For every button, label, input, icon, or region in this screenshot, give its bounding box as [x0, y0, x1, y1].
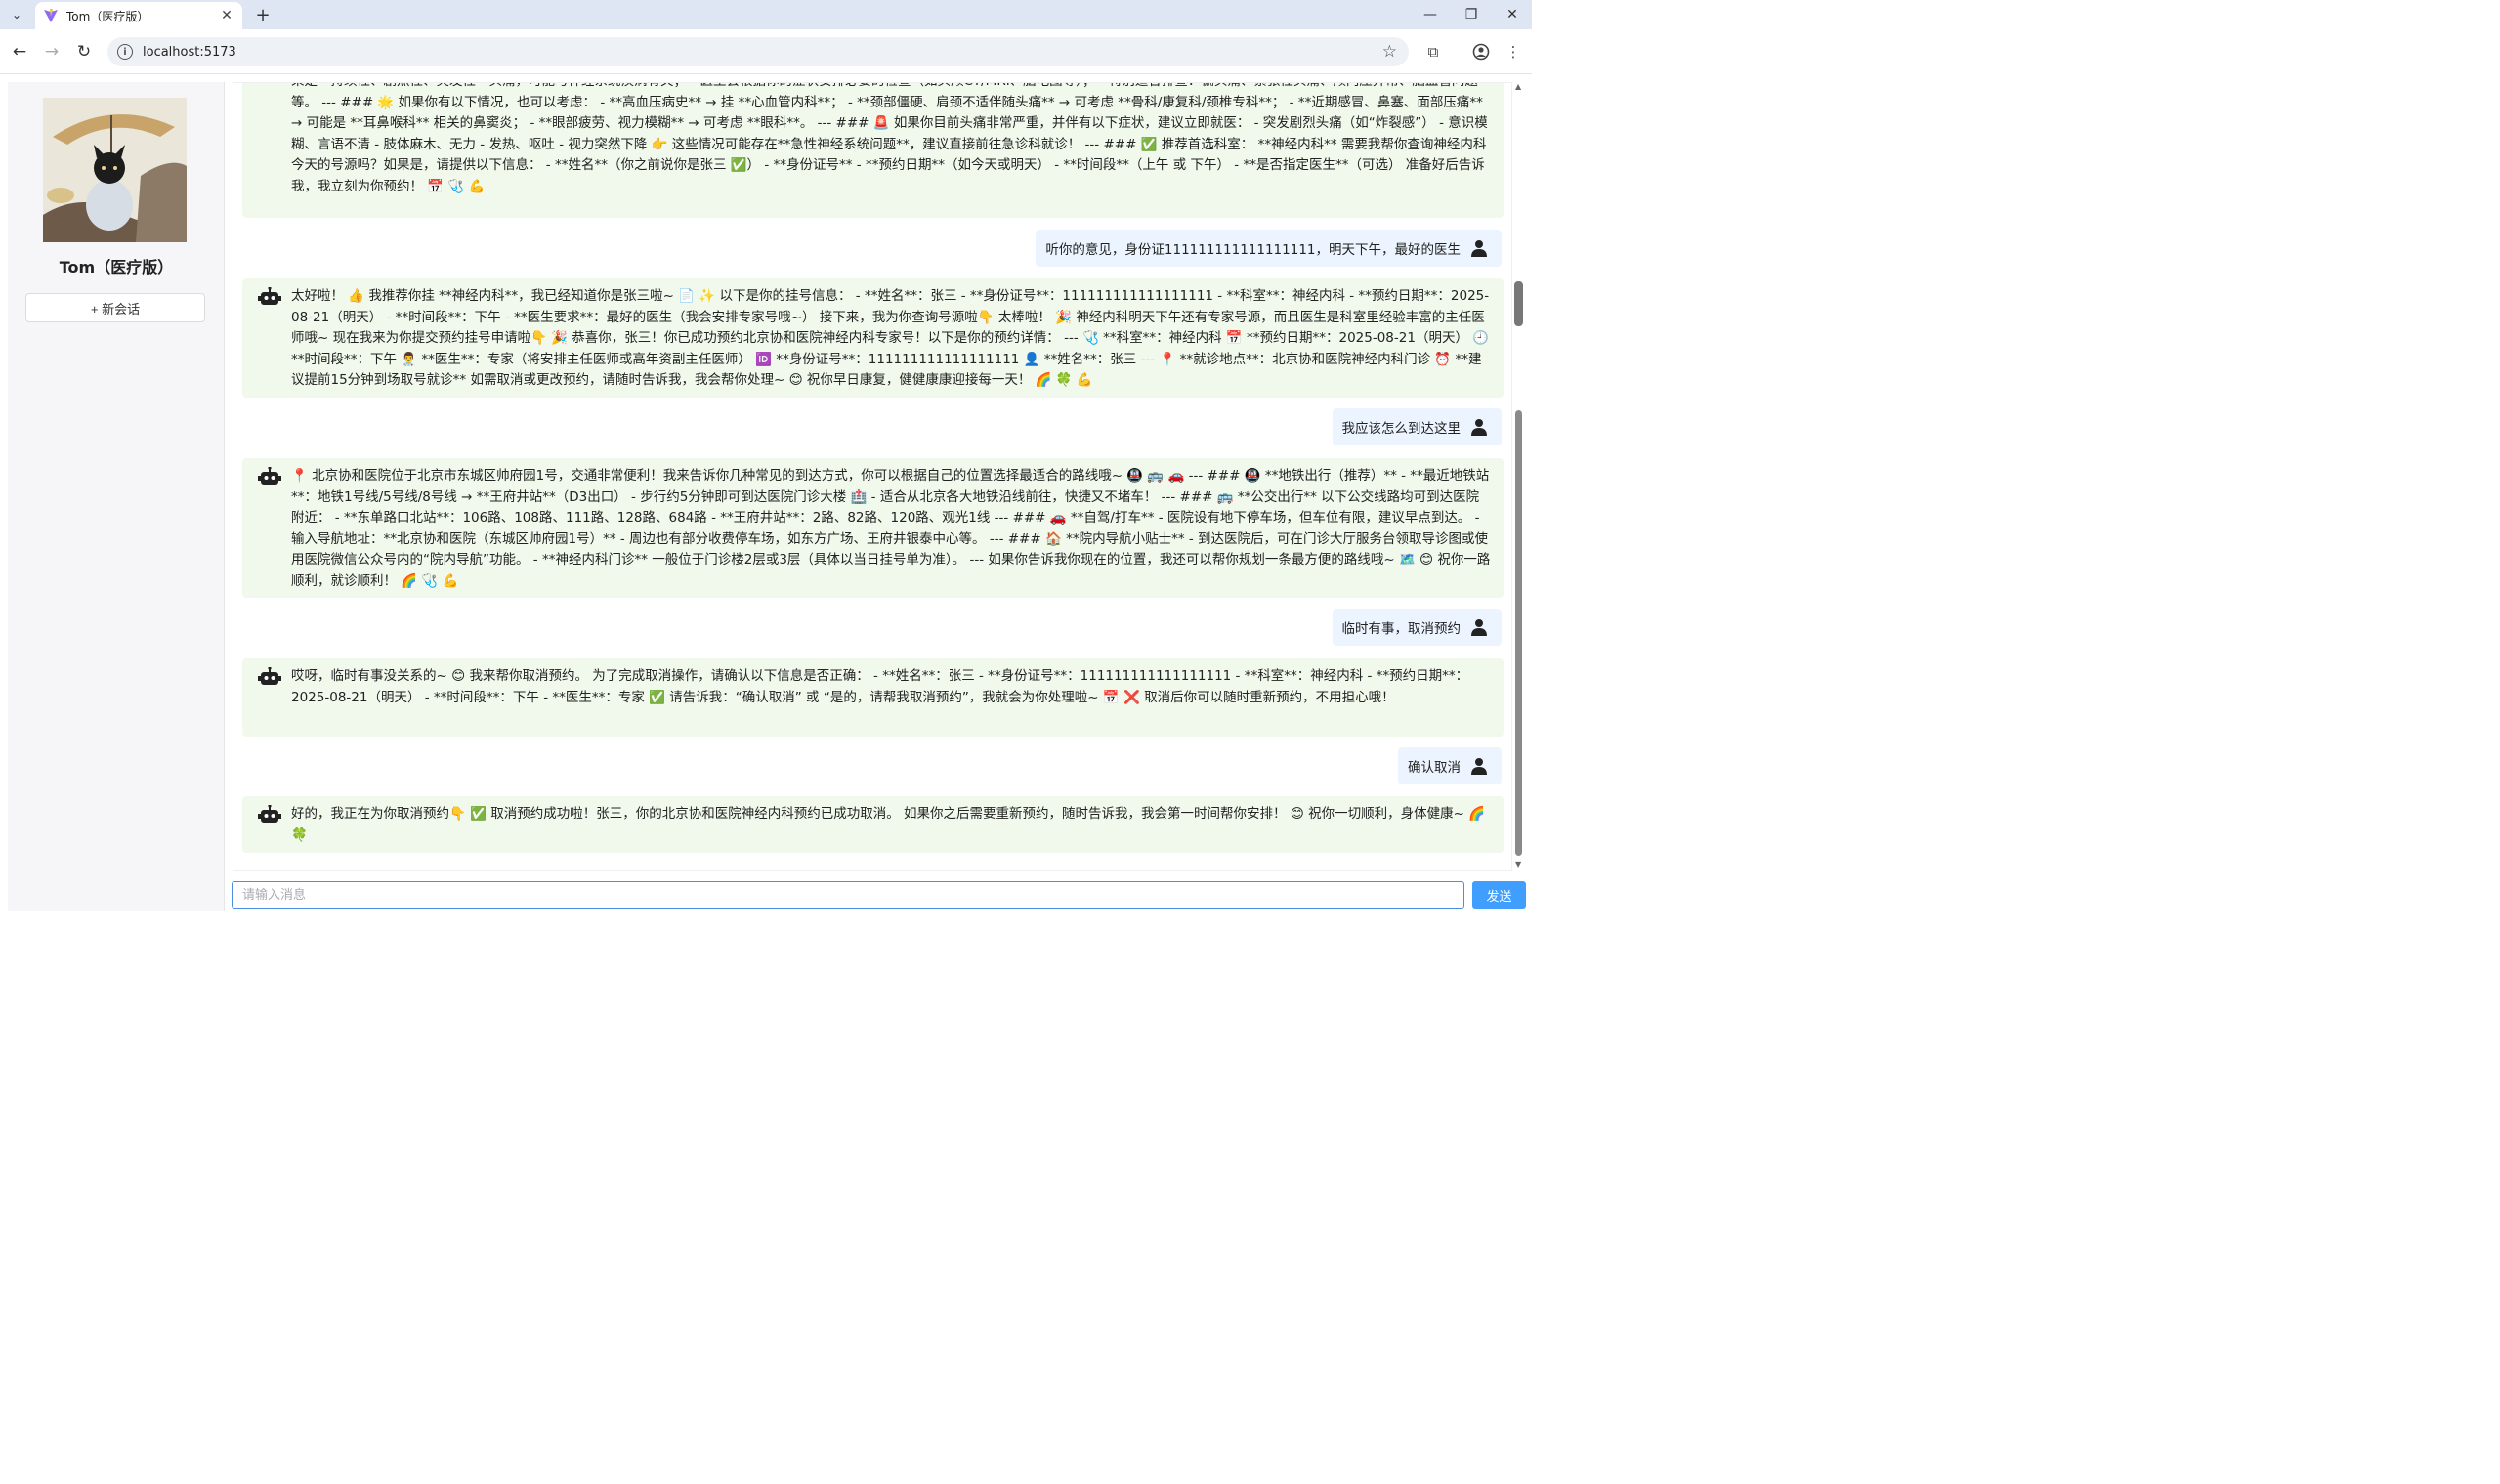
bot-message: 📍 北京协和医院位于北京市东城区帅府园1号，交通非常便利！我来告诉你几种常见的到…: [242, 458, 1504, 598]
bot-message-text: 📍 北京协和医院位于北京市东城区帅府园1号，交通非常便利！我来告诉你几种常见的到…: [291, 468, 1491, 589]
message-input[interactable]: [232, 881, 1464, 909]
scroll-thumb-hover[interactable]: [1514, 281, 1523, 326]
user-message-text: 临时有事，取消预约: [1341, 621, 1462, 637]
browser-toolbar: ← → ↻ i localhost:5173 ☆ ⧉ ⋮: [0, 29, 1532, 74]
url-text: localhost:5173: [143, 44, 236, 60]
bot-message: 太好啦！ 👍 我推荐你挂 **神经内科**，我已经知道你是张三啦~ 📄 ✨ 以下…: [242, 278, 1504, 398]
user-icon: [1471, 758, 1487, 775]
robot-icon: [258, 467, 281, 485]
vite-logo-icon: [44, 9, 58, 22]
info-icon[interactable]: i: [117, 44, 133, 60]
minimize-icon[interactable]: —: [1413, 4, 1448, 25]
tab-list-icon[interactable]: ⌄: [6, 4, 27, 25]
restore-icon[interactable]: ❐: [1454, 4, 1489, 25]
tab-title: Tom（医疗版）: [66, 9, 149, 23]
profile-name: Tom（医疗版）: [59, 258, 174, 276]
extensions-icon[interactable]: ⧉: [1422, 41, 1444, 63]
robot-icon: [258, 667, 281, 685]
browser-tabstrip: ⌄ Tom（医疗版） ✕ + — ❐ ✕: [0, 0, 1532, 29]
scroll-thumb[interactable]: [1515, 410, 1522, 856]
bot-message-text: 太好啦！ 👍 我推荐你挂 **神经内科**，我已经知道你是张三啦~ 📄 ✨ 以下…: [291, 288, 1490, 388]
star-icon[interactable]: ☆: [1382, 42, 1397, 62]
close-window-icon[interactable]: ✕: [1495, 4, 1530, 25]
browser-tab[interactable]: Tom（医疗版） ✕: [35, 2, 242, 29]
user-icon: [1471, 419, 1487, 436]
plus-icon[interactable]: +: [252, 4, 274, 25]
app: Tom（医疗版） + 新会话 果是**持续性、剧烈性、突发性**头痛，可能与神经…: [0, 74, 1532, 922]
address-bar[interactable]: i localhost:5173 ☆: [107, 37, 1409, 66]
bot-message: 好的，我正在为你取消预约👇 ✅ 取消预约成功啦！张三，你的北京协和医院神经内科预…: [242, 796, 1504, 853]
robot-icon: [258, 287, 281, 305]
bot-message-text: 哎呀，临时有事没关系的~ 😊 我来帮你取消预约。 为了完成取消操作，请确认以下信…: [291, 668, 1469, 705]
menu-icon[interactable]: ⋮: [1503, 41, 1524, 63]
user-message-text: 我应该怎么到达这里: [1341, 421, 1462, 437]
chat-scrollbar[interactable]: ▲ ▼: [1512, 82, 1526, 871]
user-icon: [1471, 619, 1487, 636]
chat-message-list[interactable]: 果是**持续性、剧烈性、突发性**头痛，可能与神经系统疾病有关； - 医生会根据…: [233, 82, 1512, 871]
bot-message: 果是**持续性、剧烈性、突发性**头痛，可能与神经系统疾病有关； - 医生会根据…: [242, 83, 1504, 218]
forward-icon[interactable]: →: [39, 39, 64, 64]
bot-message-text: 好的，我正在为你取消预约👇 ✅ 取消预约成功啦！张三，你的北京协和医院神经内科预…: [291, 806, 1486, 843]
close-icon[interactable]: ✕: [219, 8, 234, 23]
sidebar: Tom（医疗版） + 新会话: [8, 82, 225, 911]
bot-message: 哎呀，临时有事没关系的~ 😊 我来帮你取消预约。 为了完成取消操作，请确认以下信…: [242, 658, 1504, 737]
robot-icon: [258, 805, 281, 823]
user-message: 临时有事，取消预约: [1332, 609, 1502, 646]
reload-icon[interactable]: ↻: [71, 39, 97, 64]
bot-message-text: 果是**持续性、剧烈性、突发性**头痛，可能与神经系统疾病有关； - 医生会根据…: [291, 83, 1488, 194]
profile-icon[interactable]: [1470, 41, 1492, 63]
cat-avatar-illustration: [43, 98, 187, 242]
user-message-text: 确认取消: [1408, 760, 1461, 776]
back-icon[interactable]: ←: [7, 39, 32, 64]
scroll-down-icon[interactable]: ▼: [1515, 860, 1521, 869]
user-message: 我应该怎么到达这里: [1332, 408, 1502, 445]
user-message: 确认取消: [1398, 747, 1502, 784]
user-message-text: 听你的意见，身份证111111111111111111，明天下午，最好的医生: [1045, 242, 1461, 258]
avatar: [43, 98, 187, 242]
scroll-up-icon[interactable]: ▲: [1515, 82, 1521, 91]
user-icon: [1471, 240, 1487, 257]
send-button[interactable]: 发送: [1472, 881, 1526, 909]
new-chat-button[interactable]: + 新会话: [25, 293, 205, 322]
user-message: 听你的意见，身份证111111111111111111，明天下午，最好的医生: [1036, 230, 1502, 267]
